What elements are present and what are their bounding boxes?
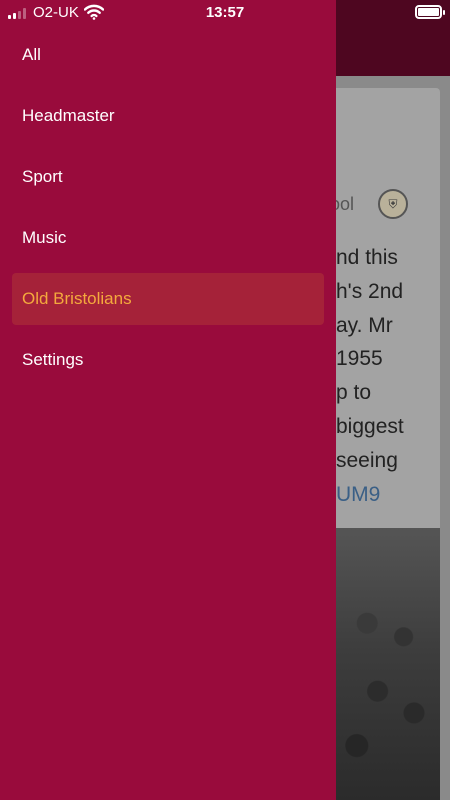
post-text-line: ay. Mr (336, 314, 393, 337)
post-text-line: nd this (336, 246, 398, 269)
post-text-line: seeing (336, 449, 398, 472)
menu-item-music[interactable]: Music (12, 212, 324, 264)
menu-item-sport[interactable]: Sport (12, 151, 324, 203)
menu-item-headmaster[interactable]: Headmaster (12, 90, 324, 142)
navigation-drawer: All Headmaster Sport Music Old Bristolia… (0, 0, 336, 800)
post-photo[interactable] (336, 528, 440, 800)
menu-item-old-bristolians[interactable]: Old Bristolians (12, 273, 324, 325)
battery-level (418, 8, 439, 16)
status-bar: O2-UK 13:57 (0, 0, 450, 26)
school-crest-icon: ⛨ (378, 189, 408, 219)
post-text-line: 1955 (336, 347, 383, 370)
post-text-line: p to (336, 381, 372, 404)
menu-item-settings[interactable]: Settings (12, 334, 324, 386)
post-text-line: biggest (336, 415, 404, 438)
battery-icon (415, 5, 445, 19)
post-link[interactable]: UM9 (336, 483, 380, 507)
drawer-menu: All Headmaster Sport Music Old Bristolia… (12, 29, 324, 395)
post-text-line: h's 2nd (336, 280, 404, 303)
clock: 13:57 (205, 4, 245, 21)
menu-item-all[interactable]: All (12, 29, 324, 81)
